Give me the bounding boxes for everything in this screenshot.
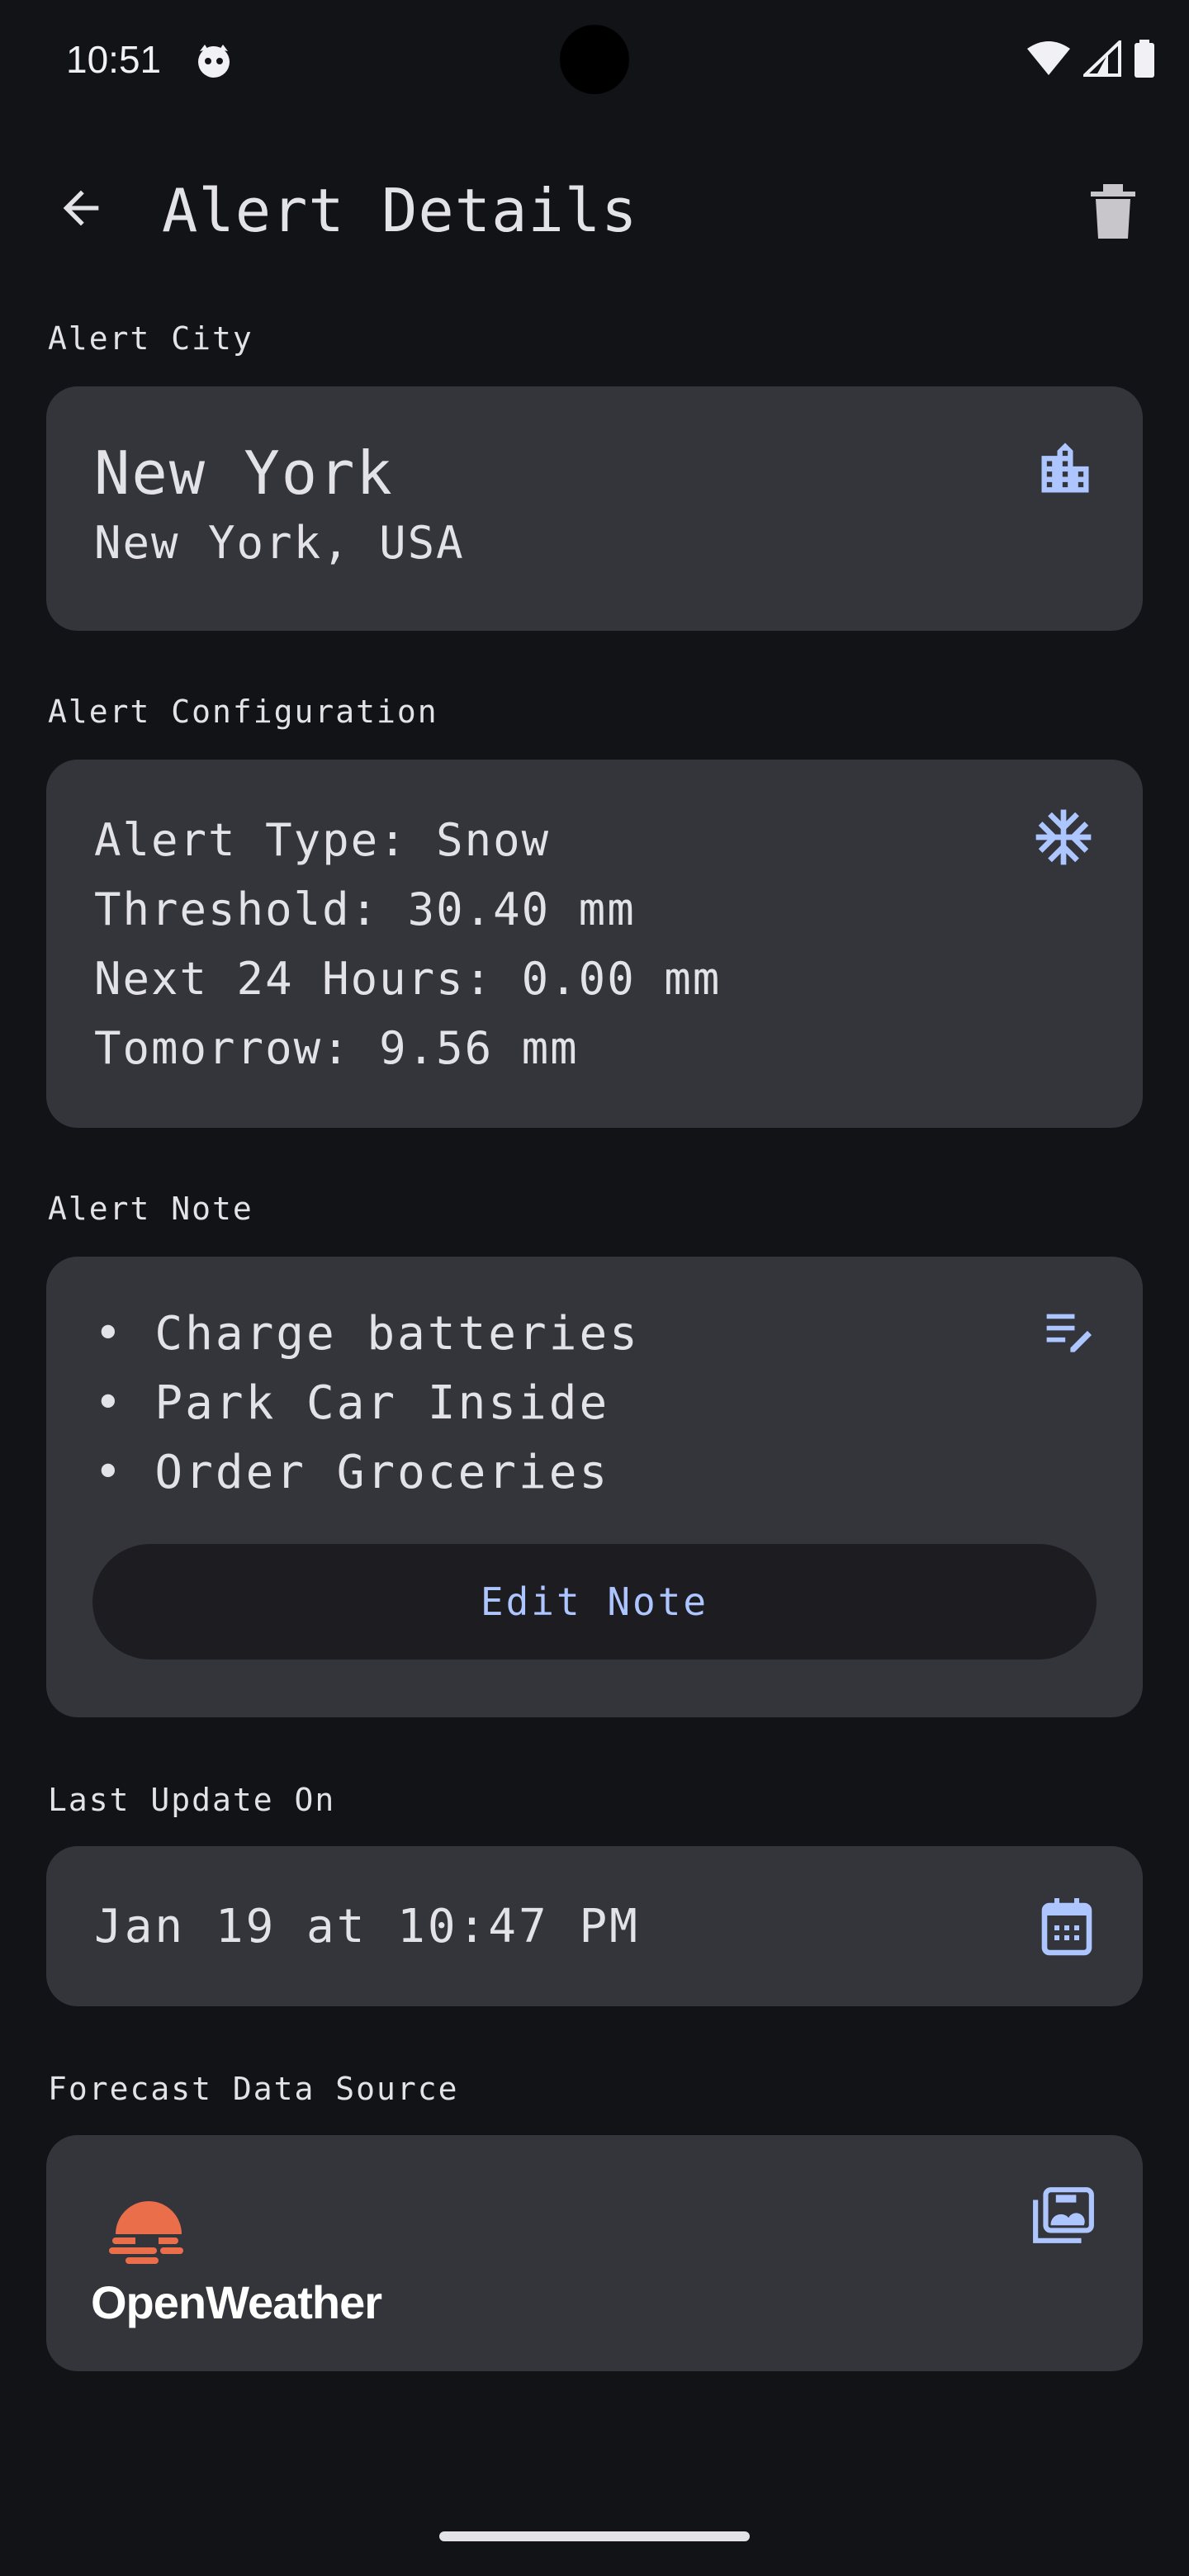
- notification-app-icon: [195, 41, 233, 79]
- snowflake-icon: [1030, 803, 1097, 875]
- section-label-alert-configuration: Alert Configuration: [48, 694, 438, 730]
- delete-alert-button[interactable]: [1075, 175, 1151, 251]
- city-name: New York: [94, 438, 394, 508]
- city-region: New York, USA: [94, 517, 465, 569]
- note-item: • Charge batteries: [94, 1307, 640, 1361]
- status-icons: [1026, 38, 1156, 81]
- home-indicator[interactable]: [439, 2531, 750, 2541]
- arrow-back-icon: [54, 182, 107, 238]
- city-buildings-icon: [1034, 438, 1097, 504]
- photo-library-icon: [1030, 2185, 1097, 2249]
- cellular-signal-icon: [1081, 38, 1121, 80]
- status-time: 10:51: [66, 38, 162, 81]
- config-next-24-hours: Next 24 Hours: 0.00 mm: [94, 953, 722, 1005]
- edit-note-button[interactable]: Edit Note: [92, 1544, 1097, 1660]
- section-label-forecast-source: Forecast Data Source: [48, 2071, 459, 2107]
- edit-note-icon: [1039, 1309, 1097, 1364]
- note-item: • Order Groceries: [94, 1446, 610, 1499]
- last-update-value: Jan 19 at 10:47 PM: [94, 1900, 640, 1953]
- alert-city-card[interactable]: New York New York, USA: [46, 386, 1143, 631]
- last-update-card[interactable]: Jan 19 at 10:47 PM: [46, 1846, 1143, 2006]
- calendar-icon: [1037, 1896, 1097, 1963]
- openweather-wordmark: OpenWeather: [91, 2276, 382, 2328]
- note-item: • Park Car Inside: [94, 1376, 610, 1430]
- battery-icon: [1133, 40, 1156, 81]
- config-threshold: Threshold: 30.40 mm: [94, 883, 636, 935]
- alert-note-card[interactable]: • Charge batteries • Park Car Inside • O…: [46, 1257, 1143, 1717]
- openweather-logo-icon: [91, 2191, 198, 2274]
- back-button[interactable]: [46, 175, 116, 244]
- section-label-alert-city: Alert City: [48, 320, 253, 357]
- wifi-icon: [1026, 40, 1072, 80]
- camera-cutout: [560, 25, 629, 94]
- section-label-alert-note: Alert Note: [48, 1191, 253, 1227]
- page-title: Alert Details: [162, 176, 638, 245]
- alert-configuration-card[interactable]: Alert Type: Snow Threshold: 30.40 mm Nex…: [46, 760, 1143, 1128]
- config-alert-type: Alert Type: Snow: [94, 814, 551, 866]
- trash-icon: [1088, 182, 1138, 244]
- section-label-last-update: Last Update On: [48, 1782, 336, 1818]
- config-tomorrow: Tomorrow: 9.56 mm: [94, 1022, 579, 1074]
- forecast-source-card[interactable]: OpenWeather: [46, 2135, 1143, 2371]
